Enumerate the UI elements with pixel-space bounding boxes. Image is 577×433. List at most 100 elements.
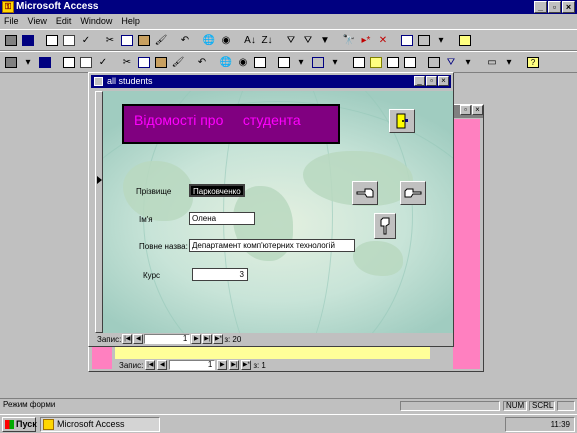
- undo-icon[interactable]: ↶: [194, 54, 210, 70]
- record-selector[interactable]: [95, 91, 103, 333]
- insert-hyperlink-icon[interactable]: 🌐: [218, 54, 234, 70]
- form-header-title: Відомості про студента: [134, 112, 301, 128]
- new-object-icon[interactable]: [416, 32, 432, 48]
- chevron-down-icon[interactable]: ▾: [20, 54, 36, 70]
- save-icon[interactable]: [20, 32, 36, 48]
- previous-record-button[interactable]: [352, 181, 378, 205]
- menu-window[interactable]: Window: [80, 15, 112, 28]
- maximize-button[interactable]: ▫: [426, 76, 437, 86]
- filter-by-selection-icon[interactable]: ⛛: [283, 32, 299, 48]
- format-painter-icon[interactable]: 🖌: [170, 54, 186, 70]
- exit-form-button[interactable]: [389, 109, 415, 133]
- new-record-icon[interactable]: ▸*: [358, 32, 374, 48]
- new-query-icon[interactable]: [385, 54, 401, 70]
- relationships-icon[interactable]: [310, 54, 326, 70]
- prev-record-button[interactable]: ◀: [133, 334, 144, 344]
- record-number-field[interactable]: 1: [169, 360, 216, 370]
- print-icon[interactable]: [44, 32, 60, 48]
- copy-icon[interactable]: [136, 54, 152, 70]
- menu-view[interactable]: View: [28, 15, 47, 28]
- new-record-button[interactable]: ▶*: [213, 334, 224, 344]
- print-icon[interactable]: [61, 54, 77, 70]
- new-record-hand-button[interactable]: [374, 213, 396, 239]
- chevron-down-icon[interactable]: ▾: [501, 54, 517, 70]
- undo-icon[interactable]: ↶: [177, 32, 193, 48]
- office-assistant-icon[interactable]: [457, 32, 473, 48]
- maximize-button[interactable]: ▫: [548, 1, 561, 13]
- access-key-icon[interactable]: ⚿: [2, 1, 14, 13]
- chevron-down-icon[interactable]: ▾: [433, 32, 449, 48]
- form-header: Відомості про студента: [122, 104, 340, 144]
- taskbar-app-button[interactable]: Microsoft Access: [40, 417, 160, 432]
- close-button[interactable]: ×: [562, 1, 575, 13]
- minimize-button[interactable]: _: [414, 76, 425, 86]
- open-icon[interactable]: [368, 54, 384, 70]
- record-number-field[interactable]: 1: [144, 334, 191, 344]
- help-icon[interactable]: ?: [525, 54, 541, 70]
- design-view-icon[interactable]: [3, 54, 19, 70]
- menu-help[interactable]: Help: [121, 15, 140, 28]
- app-titlebar[interactable]: ⚿ Microsoft Access _ ▫ ×: [0, 0, 577, 14]
- form-titlebar[interactable]: all students _ ▫ ×: [91, 75, 451, 88]
- pointing-hand-down-icon: [380, 217, 390, 235]
- find-icon[interactable]: 🔭: [341, 32, 357, 48]
- database-window-icon[interactable]: [399, 32, 415, 48]
- format-painter-icon[interactable]: 🖌: [153, 32, 169, 48]
- cut-icon[interactable]: ✂: [102, 32, 118, 48]
- course-field[interactable]: 3: [192, 268, 248, 281]
- sort-ascending-icon[interactable]: A↓: [242, 32, 258, 48]
- surname-field[interactable]: Парковченко: [189, 184, 245, 197]
- cut-icon[interactable]: ✂: [119, 54, 135, 70]
- code-icon[interactable]: [426, 54, 442, 70]
- prev-record-button[interactable]: ◀: [157, 360, 168, 370]
- next-record-button[interactable]: ▶: [191, 334, 202, 344]
- tray-clock[interactable]: 11:39: [551, 420, 570, 429]
- first-record-button[interactable]: |◀: [122, 334, 133, 344]
- paste-icon[interactable]: [153, 54, 169, 70]
- restore-button[interactable]: ▫: [460, 105, 471, 115]
- filter-icon[interactable]: ⛛: [443, 54, 459, 70]
- course-label: Курс: [143, 271, 161, 280]
- line-color-icon[interactable]: ▭: [484, 54, 500, 70]
- name-field[interactable]: Олена: [189, 212, 255, 225]
- form-icon[interactable]: [94, 77, 103, 86]
- sort-descending-icon[interactable]: Z↓: [259, 32, 275, 48]
- first-record-button[interactable]: |◀: [145, 360, 156, 370]
- record-count: з: 20: [224, 334, 242, 344]
- print-preview-icon[interactable]: [61, 32, 77, 48]
- properties-icon[interactable]: [276, 54, 292, 70]
- new-record-button[interactable]: ▶*: [241, 360, 252, 370]
- form-detail-area: Відомості про студента Прізвище Парковче…: [103, 91, 453, 333]
- save-icon[interactable]: [37, 54, 53, 70]
- chevron-down-icon[interactable]: ▾: [327, 54, 343, 70]
- start-button[interactable]: Пуск: [2, 417, 37, 432]
- spelling-icon[interactable]: ✓: [78, 32, 94, 48]
- delete-record-icon[interactable]: ✕: [375, 32, 391, 48]
- paste-icon[interactable]: [136, 32, 152, 48]
- last-record-button[interactable]: ▶|: [229, 360, 240, 370]
- web-toolbar-icon[interactable]: ◉: [218, 32, 234, 48]
- print-preview-icon[interactable]: [78, 54, 94, 70]
- spelling-icon[interactable]: ✓: [95, 54, 111, 70]
- menu-file[interactable]: File: [4, 15, 19, 28]
- design-view-icon[interactable]: [3, 32, 19, 48]
- close-button[interactable]: ×: [472, 105, 483, 115]
- next-record-button[interactable]: ▶: [217, 360, 228, 370]
- filter-by-form-icon[interactable]: ⛛: [300, 32, 316, 48]
- record-navigator: Запис: |◀ ◀ 1 ▶ ▶| ▶* з: 20: [95, 333, 447, 345]
- copy-icon[interactable]: [119, 32, 135, 48]
- menu-edit[interactable]: Edit: [56, 15, 72, 28]
- field-list-icon[interactable]: [252, 54, 268, 70]
- chevron-down-icon[interactable]: ▾: [293, 54, 309, 70]
- chevron-down-icon[interactable]: ▾: [460, 54, 476, 70]
- close-button[interactable]: ×: [438, 76, 449, 86]
- last-record-button[interactable]: ▶|: [202, 334, 213, 344]
- web-toolbar-icon[interactable]: ◉: [235, 54, 251, 70]
- apply-filter-icon[interactable]: ▼: [317, 32, 333, 48]
- next-record-button[interactable]: [400, 181, 426, 205]
- minimize-button[interactable]: _: [534, 1, 547, 13]
- new-table-icon[interactable]: [351, 54, 367, 70]
- new-form-icon[interactable]: [402, 54, 418, 70]
- department-field[interactable]: Департамент комп'ютерних технологій: [189, 239, 355, 252]
- insert-hyperlink-icon[interactable]: 🌐: [201, 32, 217, 48]
